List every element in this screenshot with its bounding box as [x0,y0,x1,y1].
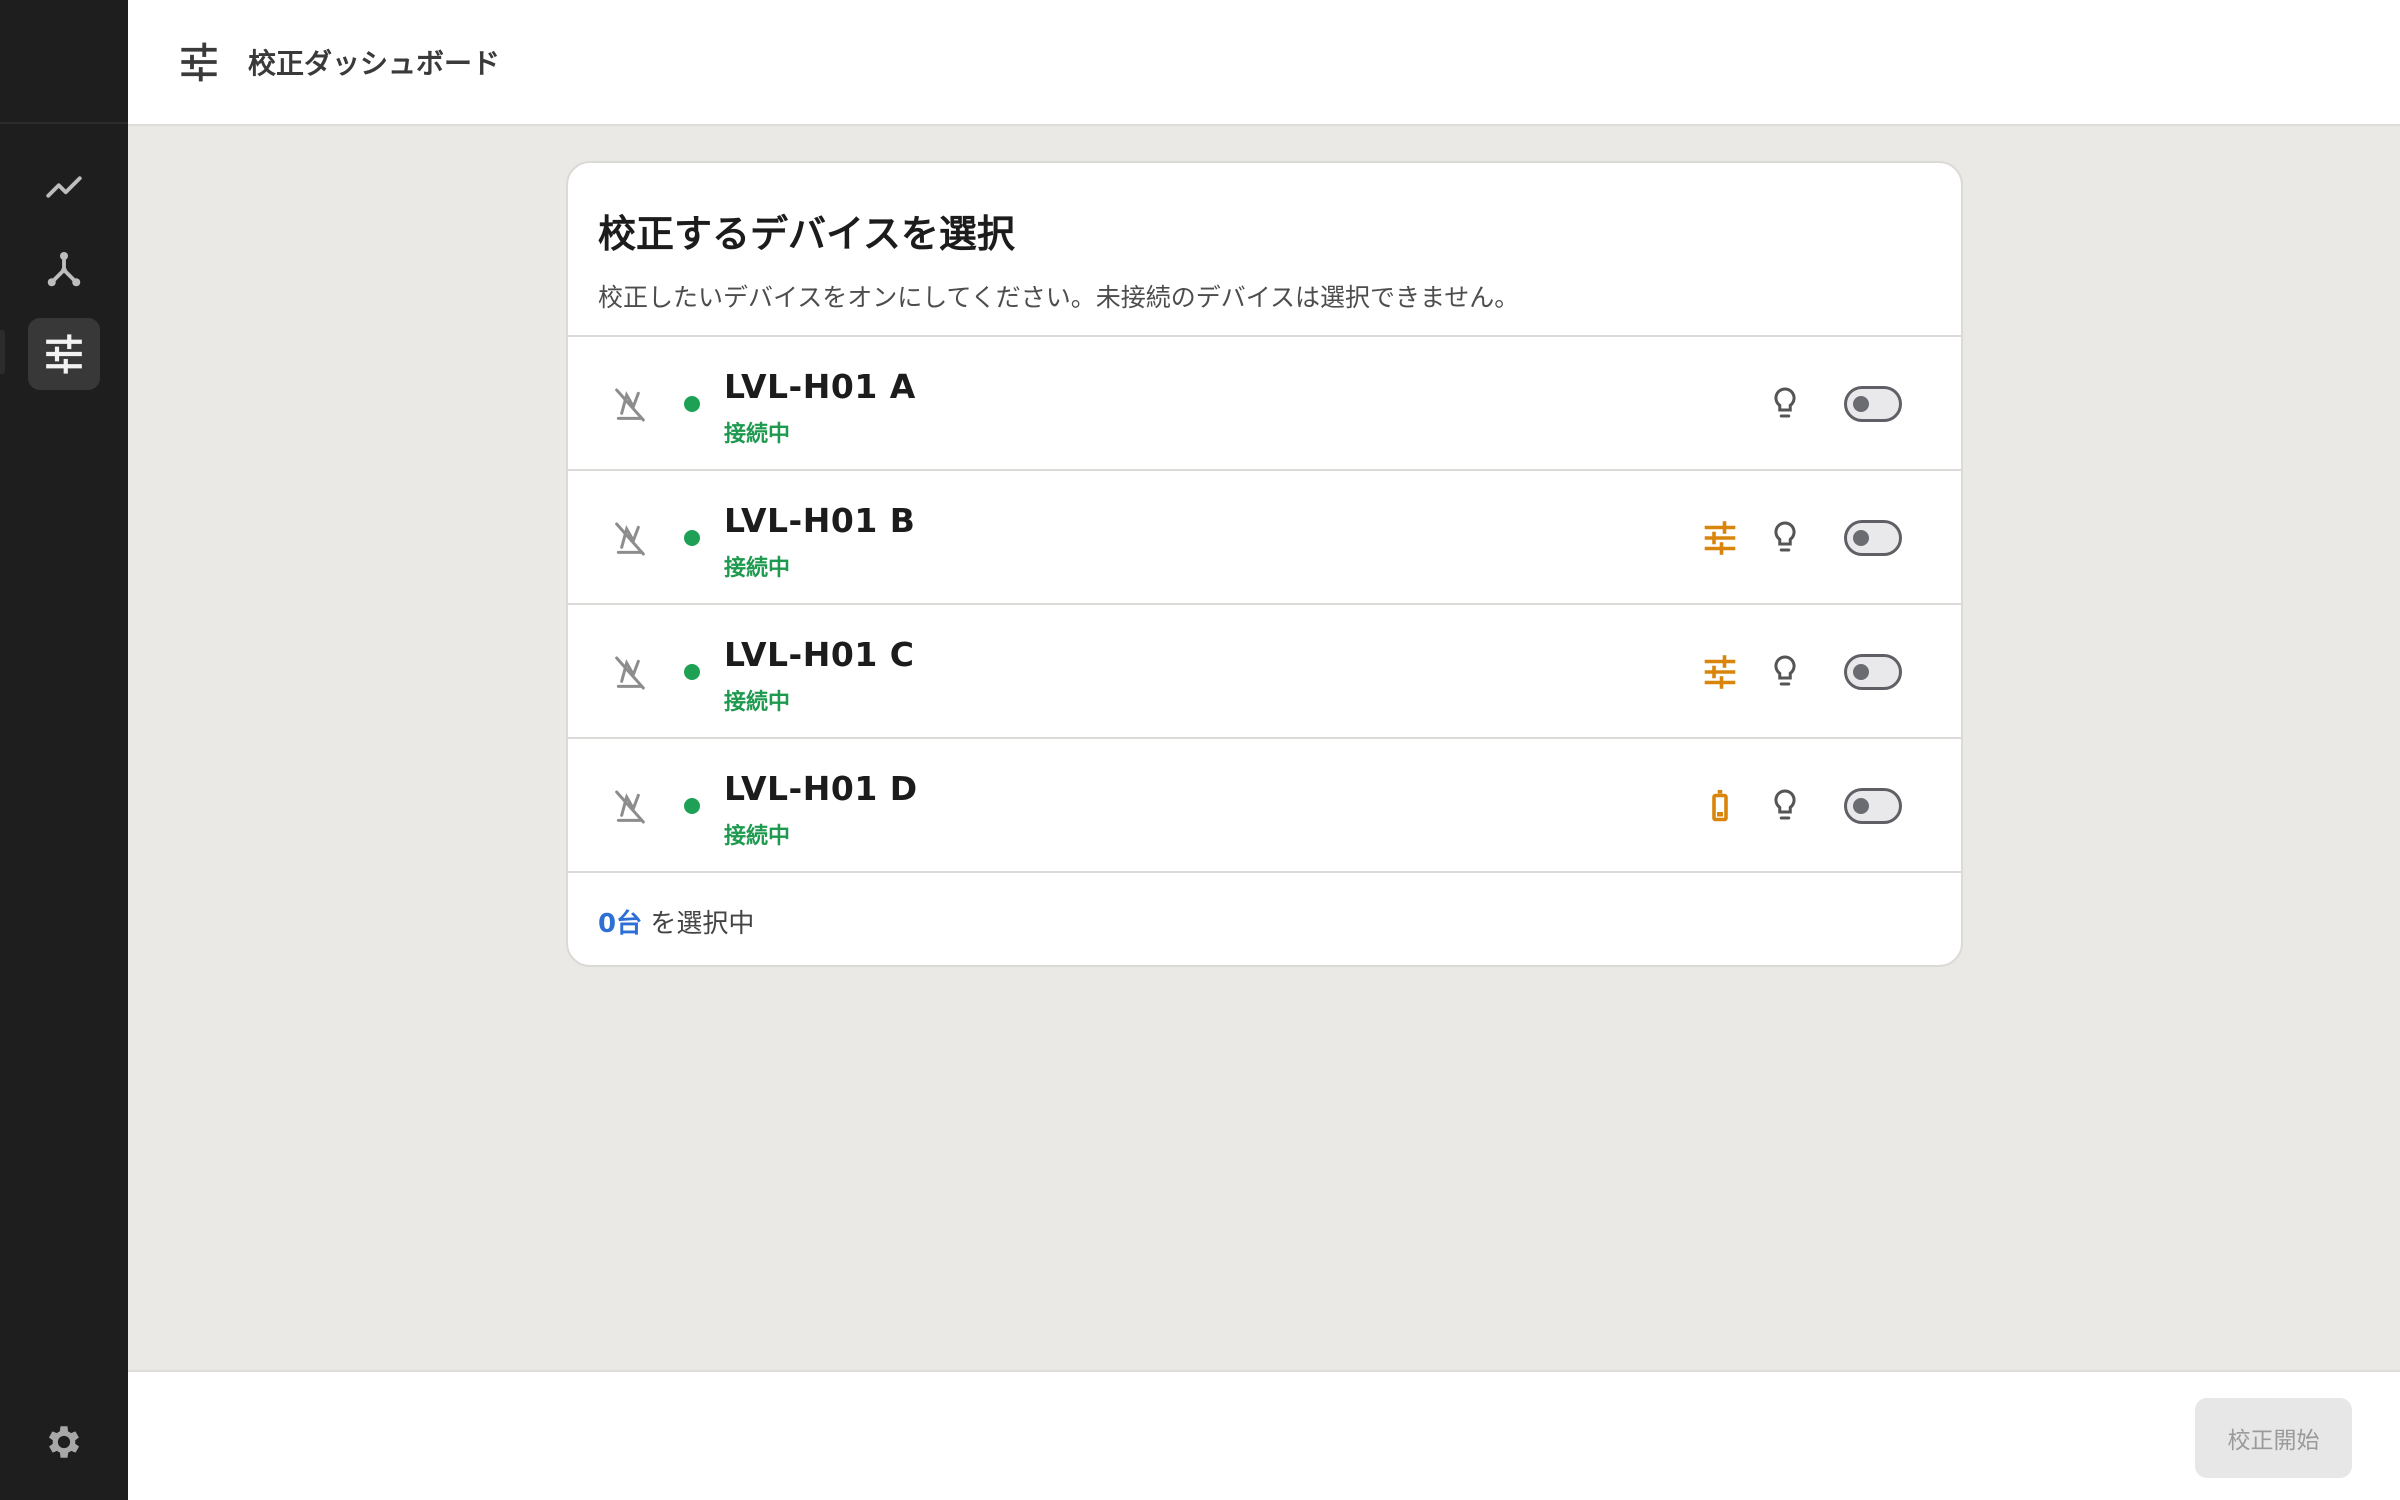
connection-status-dot [684,396,700,412]
sidebar-brand-area [0,0,128,124]
device-select-toggle[interactable] [1844,386,1902,422]
card-title: 校正するデバイスを選択 [598,212,1015,256]
device-status: 接続中 [724,824,791,849]
device-status: 接続中 [724,690,791,715]
toggle-knob [1853,798,1869,814]
trend-chart-icon [46,176,82,198]
low-battery-icon [1712,789,1728,822]
needs-calibration-icon [1704,521,1736,555]
device-name: LVL-H01 A [724,367,916,406]
device-row: LVL-H01 A 接続中 [568,337,1961,471]
toggle-knob [1853,530,1869,546]
device-row: LVL-H01 B 接続中 [568,471,1961,605]
lightbulb-icon[interactable] [1767,384,1803,424]
nav-item-settings[interactable] [28,1406,100,1478]
bottom-action-bar: 校正開始 [128,1370,2400,1500]
start-calibration-button[interactable]: 校正開始 [2195,1398,2352,1478]
device-row: LVL-H01 D 接続中 [568,739,1961,873]
nav-item-network[interactable] [28,234,100,306]
sidebar [0,0,128,1500]
card-description: 校正したいデバイスをオンにしてください。未接続のデバイスは選択できません。 [598,283,1520,312]
connection-status-dot [684,664,700,680]
lightbulb-icon[interactable] [1767,652,1803,692]
device-select-toggle[interactable] [1844,520,1902,556]
device-name: LVL-H01 C [724,635,915,674]
selection-summary: 0台 を選択中 [568,873,1961,965]
no-calibration-icon [615,522,645,556]
card-header: 校正するデバイスを選択 校正したいデバイスをオンにしてください。未接続のデバイス… [568,163,1961,337]
selected-suffix: を選択中 [650,909,755,939]
no-calibration-icon [615,790,645,824]
device-name: LVL-H01 B [724,501,916,540]
needs-calibration-icon [1704,655,1736,689]
active-indicator [0,330,5,374]
connection-status-dot [684,530,700,546]
lightbulb-icon[interactable] [1767,786,1803,826]
page-title: 校正ダッシュボード [248,47,501,80]
network-icon [47,251,81,287]
device-row: LVL-H01 C 接続中 [568,605,1961,739]
device-select-toggle[interactable] [1844,654,1902,690]
no-calibration-icon [615,656,645,690]
device-select-card: 校正するデバイスを選択 校正したいデバイスをオンにしてください。未接続のデバイス… [566,161,1963,967]
no-calibration-icon [615,388,645,422]
device-status: 接続中 [724,422,791,447]
sliders-icon [181,42,217,82]
top-header: 校正ダッシュボード [128,0,2400,126]
connection-status-dot [684,798,700,814]
selected-count: 0台 [598,909,643,939]
device-name: LVL-H01 D [724,769,918,808]
gear-icon [48,1426,80,1458]
toggle-knob [1853,396,1869,412]
nav-item-trends[interactable] [28,151,100,223]
device-status: 接続中 [724,556,791,581]
nav-item-calibration[interactable] [28,318,100,390]
toggle-knob [1853,664,1869,680]
device-select-toggle[interactable] [1844,788,1902,824]
sliders-icon [46,334,82,374]
lightbulb-icon[interactable] [1767,518,1803,558]
